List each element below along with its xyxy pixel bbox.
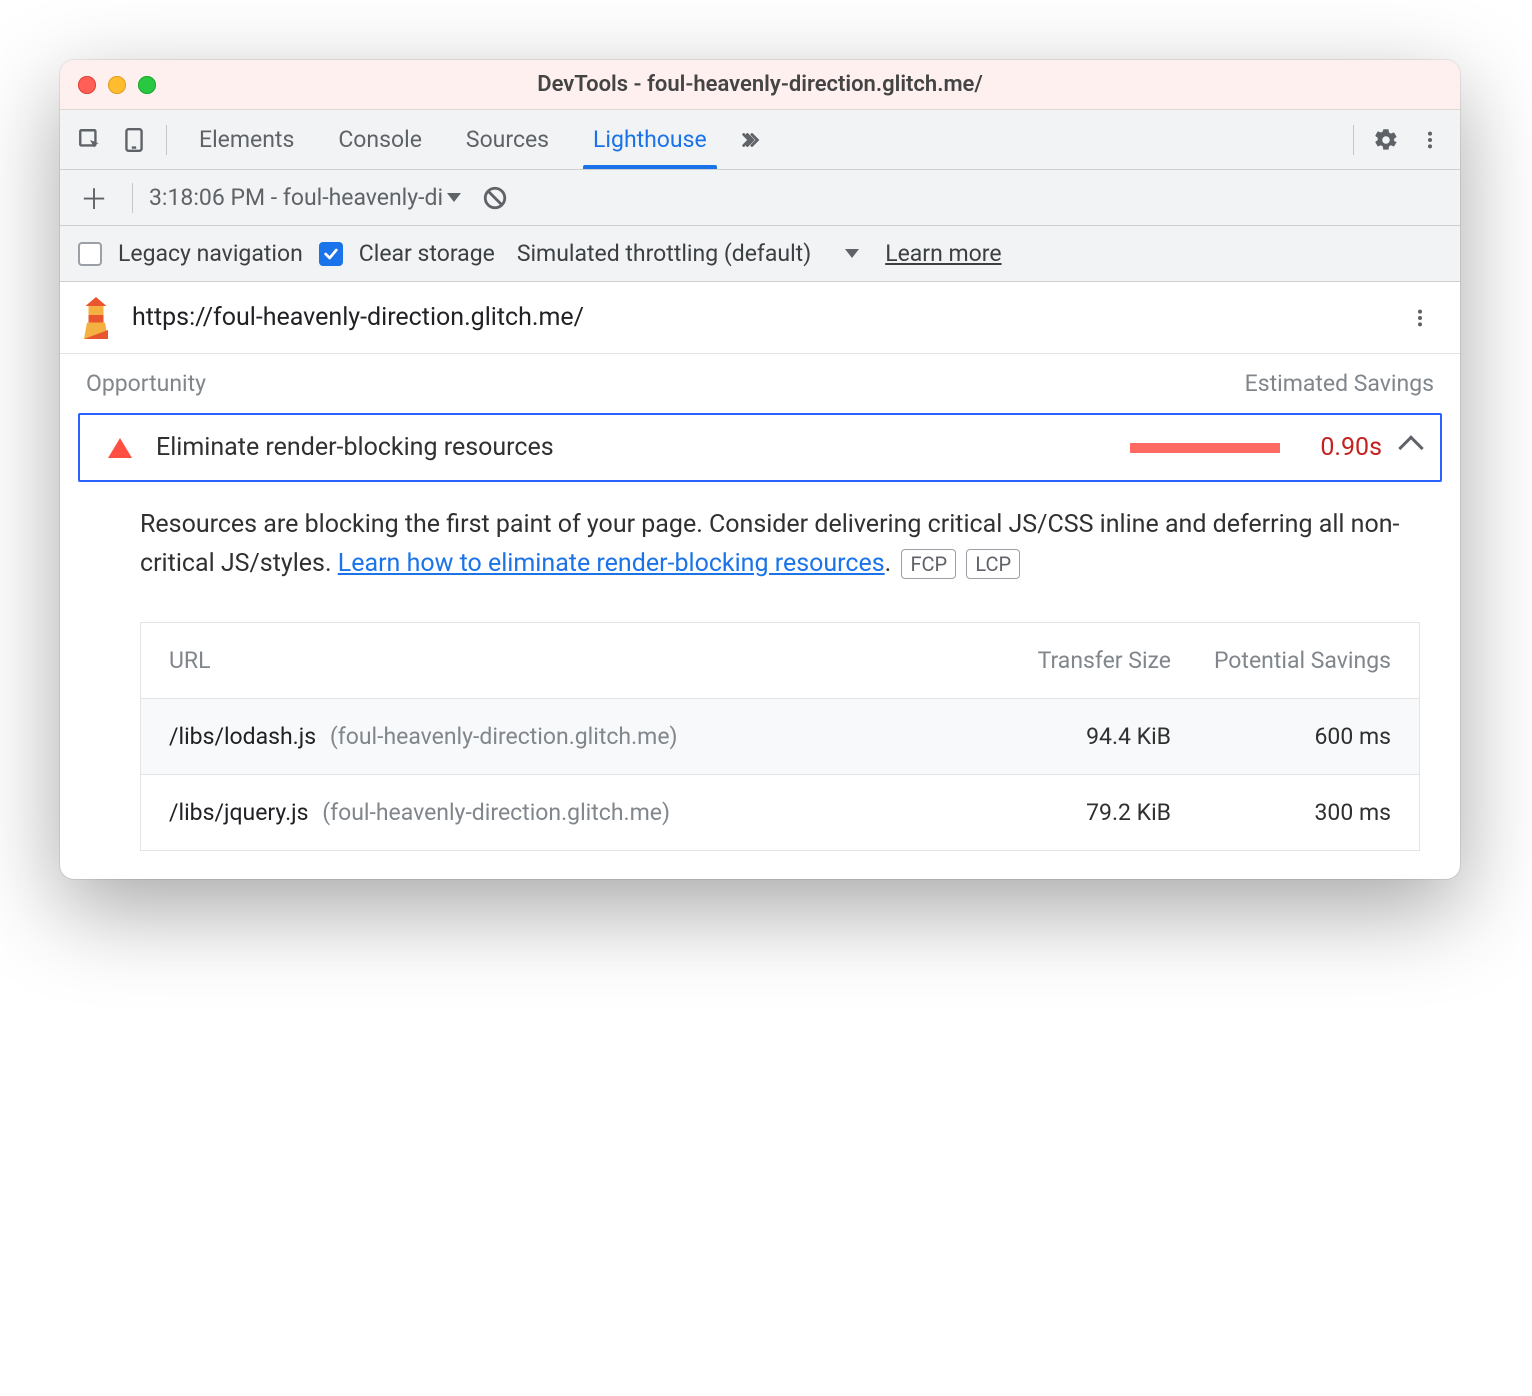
chevron-down-icon[interactable]: [845, 249, 859, 258]
cell-size: 79.2 KiB: [971, 799, 1171, 826]
clear-storage-checkbox[interactable]: [319, 242, 343, 266]
report-select[interactable]: 3:18:06 PM - foul-heavenly-di: [149, 184, 461, 211]
lighthouse-options: Legacy navigation Clear storage Simulate…: [60, 226, 1460, 282]
legacy-navigation-checkbox[interactable]: [78, 242, 102, 266]
audit-fail-icon: [108, 438, 132, 458]
table-header-row: URL Transfer Size Potential Savings: [141, 623, 1419, 698]
kebab-menu-icon[interactable]: [1410, 120, 1450, 160]
metric-badge-lcp: LCP: [966, 549, 1020, 579]
cell-size: 94.4 KiB: [971, 723, 1171, 750]
cell-url: /libs/jquery.js (foul-heavenly-direction…: [169, 799, 971, 826]
audit-savings-bar: [1130, 443, 1280, 453]
clear-report-icon[interactable]: [475, 178, 515, 218]
report-url-row: https://foul-heavenly-direction.glitch.m…: [60, 282, 1460, 354]
tab-sources[interactable]: Sources: [444, 110, 571, 169]
settings-icon[interactable]: [1366, 120, 1406, 160]
audit-title: Eliminate render-blocking resources: [156, 433, 1130, 462]
zoom-window-button[interactable]: [138, 76, 156, 94]
new-report-button[interactable]: ＋: [74, 178, 114, 218]
window-controls: [60, 76, 156, 94]
col-size: Transfer Size: [971, 647, 1171, 674]
learn-more-link[interactable]: Learn more: [885, 240, 1001, 267]
resource-path: /libs/jquery.js: [169, 799, 309, 826]
chevron-up-icon[interactable]: [1398, 435, 1423, 460]
audit-description-suffix: .: [885, 549, 892, 578]
device-toolbar-icon[interactable]: [114, 120, 154, 160]
toolbar-divider: [1353, 125, 1354, 155]
toolbar-divider: [166, 125, 167, 155]
tab-label: Lighthouse: [593, 126, 707, 153]
throttling-label: Simulated throttling (default): [517, 240, 811, 267]
resource-host: (foul-heavenly-direction.glitch.me): [322, 799, 670, 826]
titlebar: DevTools - foul-heavenly-direction.glitc…: [60, 60, 1460, 110]
close-window-button[interactable]: [78, 76, 96, 94]
table-row: /libs/lodash.js (foul-heavenly-direction…: [141, 698, 1419, 774]
opportunity-header-row: Opportunity Estimated Savings: [60, 354, 1460, 407]
col-savings: Potential Savings: [1171, 647, 1391, 674]
resource-host: (foul-heavenly-direction.glitch.me): [330, 723, 678, 750]
audit-description: Resources are blocking the first paint o…: [60, 482, 1460, 594]
devtools-window: DevTools - foul-heavenly-direction.glitc…: [60, 60, 1460, 879]
cell-url: /libs/lodash.js (foul-heavenly-direction…: [169, 723, 971, 750]
blocking-resources-table: URL Transfer Size Potential Savings /lib…: [140, 622, 1420, 851]
report-select-label: 3:18:06 PM - foul-heavenly-di: [149, 184, 443, 211]
cell-savings: 600 ms: [1171, 723, 1391, 750]
savings-heading: Estimated Savings: [1245, 370, 1434, 397]
lighthouse-icon: [78, 297, 114, 339]
more-tabs-icon[interactable]: [731, 120, 771, 160]
tab-elements[interactable]: Elements: [177, 110, 316, 169]
lighthouse-toolbar: ＋ 3:18:06 PM - foul-heavenly-di: [60, 170, 1460, 226]
table-row: /libs/jquery.js (foul-heavenly-direction…: [141, 774, 1419, 850]
tab-label: Sources: [466, 126, 549, 153]
col-url: URL: [169, 647, 971, 674]
clear-storage-label: Clear storage: [359, 240, 495, 267]
audit-savings-value: 0.90s: [1320, 433, 1382, 462]
audit-learn-link[interactable]: Learn how to eliminate render-blocking r…: [338, 549, 885, 578]
chevron-down-icon: [447, 193, 461, 202]
cell-savings: 300 ms: [1171, 799, 1391, 826]
audit-render-blocking[interactable]: Eliminate render-blocking resources 0.90…: [78, 413, 1442, 482]
tab-lighthouse[interactable]: Lighthouse: [571, 110, 729, 169]
tab-label: Console: [338, 126, 422, 153]
inspect-element-icon[interactable]: [70, 120, 110, 160]
resource-path: /libs/lodash.js: [169, 723, 316, 750]
toolbar-divider: [132, 183, 133, 213]
tab-label: Elements: [199, 126, 294, 153]
panel-tabs: Elements Console Sources Lighthouse: [177, 110, 729, 169]
legacy-navigation-label: Legacy navigation: [118, 240, 303, 267]
minimize-window-button[interactable]: [108, 76, 126, 94]
main-toolbar: Elements Console Sources Lighthouse: [60, 110, 1460, 170]
tab-console[interactable]: Console: [316, 110, 444, 169]
report-url: https://foul-heavenly-direction.glitch.m…: [132, 303, 584, 332]
report-menu-icon[interactable]: [1400, 298, 1440, 338]
window-title: DevTools - foul-heavenly-direction.glitc…: [60, 72, 1460, 97]
metric-badge-fcp: FCP: [901, 549, 956, 579]
opportunity-heading: Opportunity: [86, 370, 206, 397]
